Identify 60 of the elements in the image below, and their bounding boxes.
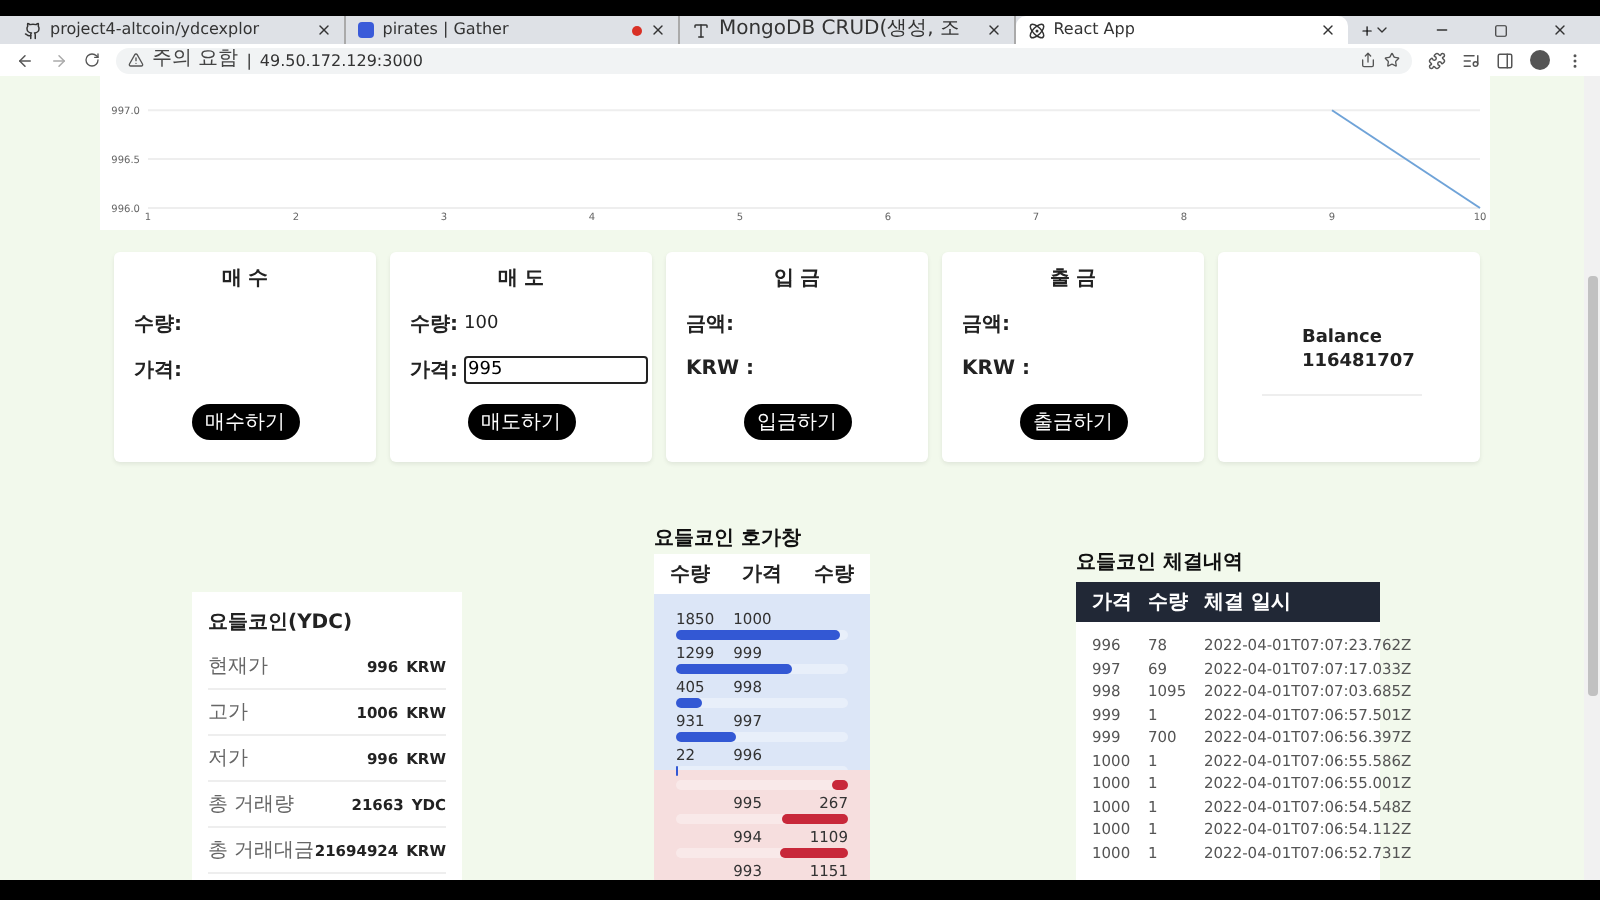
url-text: 49.50.172.129:3000 [259, 51, 423, 69]
stat-label: 총 거래량 [208, 792, 297, 818]
field-label: 수량: [134, 311, 182, 337]
profile-avatar[interactable] [1530, 50, 1550, 70]
column-header: 체결 일시 [1204, 590, 1293, 616]
atom-icon [1027, 21, 1046, 39]
balance-label: Balance [1302, 326, 1384, 350]
separator: | [246, 51, 252, 69]
new-tab-icon[interactable] [1359, 21, 1375, 39]
security-warning: 주의 요함 [152, 48, 239, 72]
close-icon[interactable] [1552, 22, 1569, 38]
star-icon[interactable] [1384, 52, 1400, 68]
close-icon[interactable] [650, 22, 667, 38]
action-button[interactable]: 입금하기 [743, 404, 851, 440]
price-input[interactable]: 995 [464, 355, 648, 383]
github-icon [24, 21, 42, 39]
stat-label: 총 거래대금 [208, 838, 315, 864]
field-value: 100 [464, 313, 499, 333]
gather-icon [358, 22, 375, 38]
column-header: 수량 [812, 562, 856, 588]
maximize-icon[interactable] [1494, 23, 1509, 37]
field-label: 금액: [686, 311, 734, 337]
close-icon[interactable] [1319, 22, 1336, 38]
stat-label: 저가 [208, 746, 250, 772]
order-book-title: 요들코인 호가창 [654, 526, 803, 554]
field-label: 가격: [134, 357, 182, 383]
close-icon[interactable] [985, 22, 1002, 38]
column-header: 수량 [668, 562, 712, 588]
stat-label: 고가 [208, 700, 250, 726]
action-button[interactable]: 매수하기 [191, 404, 299, 440]
share-icon[interactable] [1360, 52, 1376, 68]
browser-tab[interactable]: React App [1015, 16, 1348, 44]
field-label: KRW : [686, 358, 754, 380]
close-icon[interactable] [316, 22, 333, 38]
balance-value: 116481707 [1302, 350, 1417, 374]
warning-icon [128, 52, 144, 68]
column-header: 가격 [1092, 590, 1134, 616]
field-label: 금액: [962, 311, 1010, 337]
chevron-icon[interactable] [1374, 22, 1391, 38]
card-title: 출 금 [1047, 266, 1099, 294]
card-title: 매 수 [219, 266, 271, 294]
puzzle-icon[interactable] [1428, 51, 1446, 69]
action-button[interactable]: 매도하기 [467, 404, 575, 440]
text-icon [692, 21, 711, 39]
field-label: 수량: [410, 311, 458, 337]
column-header: 가격 [740, 562, 784, 588]
stat-label: 현재가 [208, 654, 270, 680]
back-icon[interactable] [16, 51, 34, 69]
column-header: 수량 [1148, 590, 1190, 616]
address-field[interactable]: 주의 요함 | 49.50.172.129:3000 [116, 47, 1412, 73]
field-label: KRW : [962, 358, 1030, 380]
list-icon[interactable] [1462, 51, 1480, 69]
action-button[interactable]: 출금하기 [1019, 404, 1127, 440]
trade-history-title: 요들코인 체결내역 [1076, 550, 1245, 578]
field-label: 가격: [410, 357, 458, 383]
card-title: 입 금 [771, 266, 823, 294]
reload-icon[interactable] [84, 52, 100, 68]
coin-title: 요들코인(YDC) [208, 610, 355, 636]
sidebar-icon[interactable] [1496, 51, 1514, 69]
card-title: 매 도 [495, 266, 547, 294]
